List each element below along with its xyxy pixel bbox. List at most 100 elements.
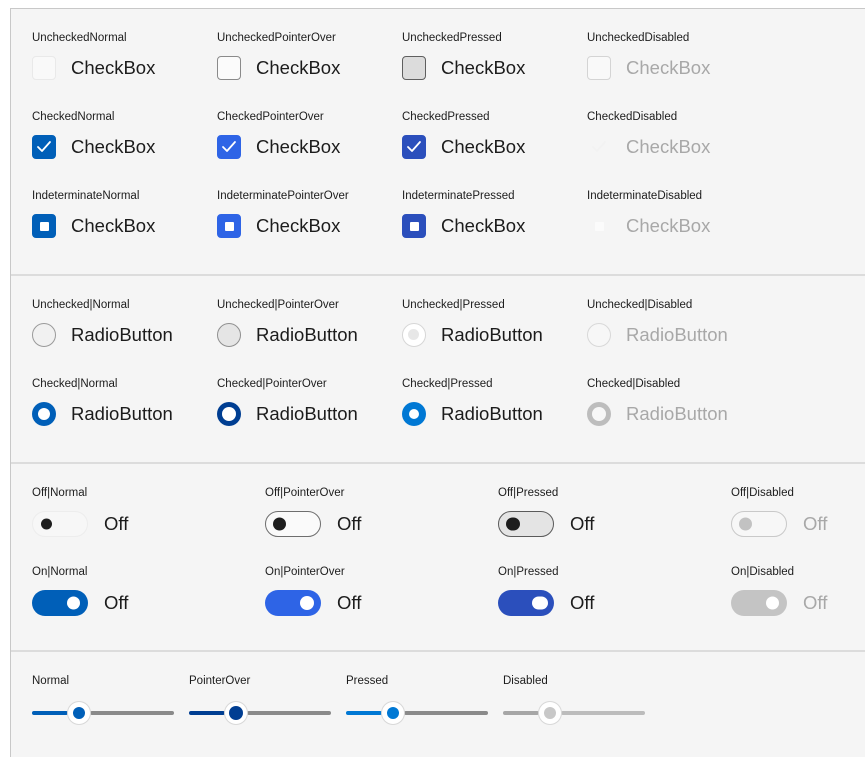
slider-thumb[interactable] [225,702,247,724]
checkbox-checked-normal[interactable]: CheckBox [32,135,155,159]
radio-unchecked-normal[interactable]: RadioButton [32,323,173,347]
checkbox-box[interactable] [402,56,426,80]
checkbox-checked-pressed[interactable]: CheckBox [402,135,525,159]
slider-thumb-dot [544,707,556,719]
toggle-knob [766,596,779,610]
toggle-track[interactable] [265,511,321,537]
checkbox-checked-pointerover[interactable]: CheckBox [217,135,340,159]
toggle-knob [300,596,314,610]
toggle-knob [506,517,520,531]
radio-unchecked-pointerover[interactable]: RadioButton [217,323,358,347]
state-caption: On|Pressed [498,566,559,578]
checkbox-box [587,214,611,238]
toggle-knob [273,517,286,531]
checkbox-box [587,135,611,159]
slider-track [247,711,331,715]
checkbox-indeterminate-pressed[interactable]: CheckBox [402,214,525,238]
toggle-label: Off [104,592,129,613]
checkbox-box[interactable] [32,135,56,159]
checkbox-box[interactable] [402,135,426,159]
section-divider [11,274,865,276]
slider-fill [503,711,539,715]
checkmark-icon [37,141,51,152]
state-caption: PointerOver [189,675,251,687]
checkbox-indeterminate-disabled: CheckBox [587,214,710,238]
radio-circle[interactable] [402,323,426,347]
state-caption: IndeterminatePressed [402,190,515,202]
radio-circle[interactable] [217,323,241,347]
toggle-off-disabled: Off [731,511,827,537]
state-caption: Checked|Disabled [587,378,681,390]
control-states-panel: UncheckedNormal CheckBox UncheckedPointe… [10,8,865,757]
slider-normal[interactable] [32,701,174,725]
radio-circle [587,323,611,347]
state-caption: Off|Pressed [498,487,559,499]
slider-fill [32,711,68,715]
checkbox-label: CheckBox [626,215,711,236]
radio-label: RadioButton [626,324,728,345]
checkbox-label: CheckBox [626,136,711,157]
toggle-track[interactable] [265,590,321,616]
checkbox-box[interactable] [32,214,56,238]
state-caption: CheckedDisabled [587,111,678,123]
toggle-label: Off [570,592,595,613]
toggle-knob [739,517,752,531]
toggle-track[interactable] [498,590,554,616]
radio-unchecked-disabled: RadioButton [587,323,728,347]
checkbox-box[interactable] [217,214,241,238]
toggle-label: Off [570,513,595,534]
checkbox-box[interactable] [402,214,426,238]
toggle-track [731,511,787,537]
checkbox-box[interactable] [217,135,241,159]
checkbox-box[interactable] [217,56,241,80]
radio-label: RadioButton [71,324,173,345]
toggle-on-pressed[interactable]: Off [498,590,594,616]
toggle-off-normal[interactable]: Off [32,511,128,537]
checkbox-unchecked-pointerover[interactable]: CheckBox [217,56,340,80]
radio-circle[interactable] [402,402,426,426]
radio-checked-pressed[interactable]: RadioButton [402,402,543,426]
state-caption: Disabled [503,675,548,687]
state-caption: CheckedPointerOver [217,111,324,123]
state-caption: Unchecked|Disabled [587,299,693,311]
toggle-track[interactable] [32,511,88,537]
slider-thumb[interactable] [382,702,404,724]
checkbox-box[interactable] [32,56,56,80]
toggle-on-normal[interactable]: Off [32,590,128,616]
checkbox-unchecked-pressed[interactable]: CheckBox [402,56,525,80]
toggle-track[interactable] [498,511,554,537]
state-caption: On|PointerOver [265,566,345,578]
state-caption: Checked|Normal [32,378,118,390]
toggle-label: Off [337,592,362,613]
checkbox-indeterminate-pointerover[interactable]: CheckBox [217,214,340,238]
slider-thumb[interactable] [68,702,90,724]
checkbox-checked-disabled: CheckBox [587,135,710,159]
checkbox-unchecked-normal[interactable]: CheckBox [32,56,155,80]
toggle-track[interactable] [32,590,88,616]
toggle-track [731,590,787,616]
state-caption: Checked|Pressed [402,378,493,390]
radio-checked-pointerover[interactable]: RadioButton [217,402,358,426]
slider-pointerover[interactable] [189,701,331,725]
slider-pressed[interactable] [346,701,488,725]
checkbox-label: CheckBox [71,215,156,236]
radio-checked-normal[interactable]: RadioButton [32,402,173,426]
radio-unchecked-pressed[interactable]: RadioButton [402,323,543,347]
slider-thumb-dot [73,707,85,719]
state-caption: Off|PointerOver [265,487,345,499]
state-caption: CheckedNormal [32,111,115,123]
slider-track [561,711,645,715]
toggle-on-disabled: Off [731,590,827,616]
indeterminate-square-icon [39,221,49,231]
checkbox-indeterminate-normal[interactable]: CheckBox [32,214,155,238]
radio-circle[interactable] [217,402,241,426]
checkbox-unchecked-disabled: CheckBox [587,56,710,80]
radio-label: RadioButton [71,403,173,424]
toggle-off-pointerover[interactable]: Off [265,511,361,537]
state-caption: Pressed [346,675,389,687]
state-caption: Normal [32,675,70,687]
radio-circle[interactable] [32,402,56,426]
radio-circle[interactable] [32,323,56,347]
toggle-on-pointerover[interactable]: Off [265,590,361,616]
toggle-off-pressed[interactable]: Off [498,511,594,537]
